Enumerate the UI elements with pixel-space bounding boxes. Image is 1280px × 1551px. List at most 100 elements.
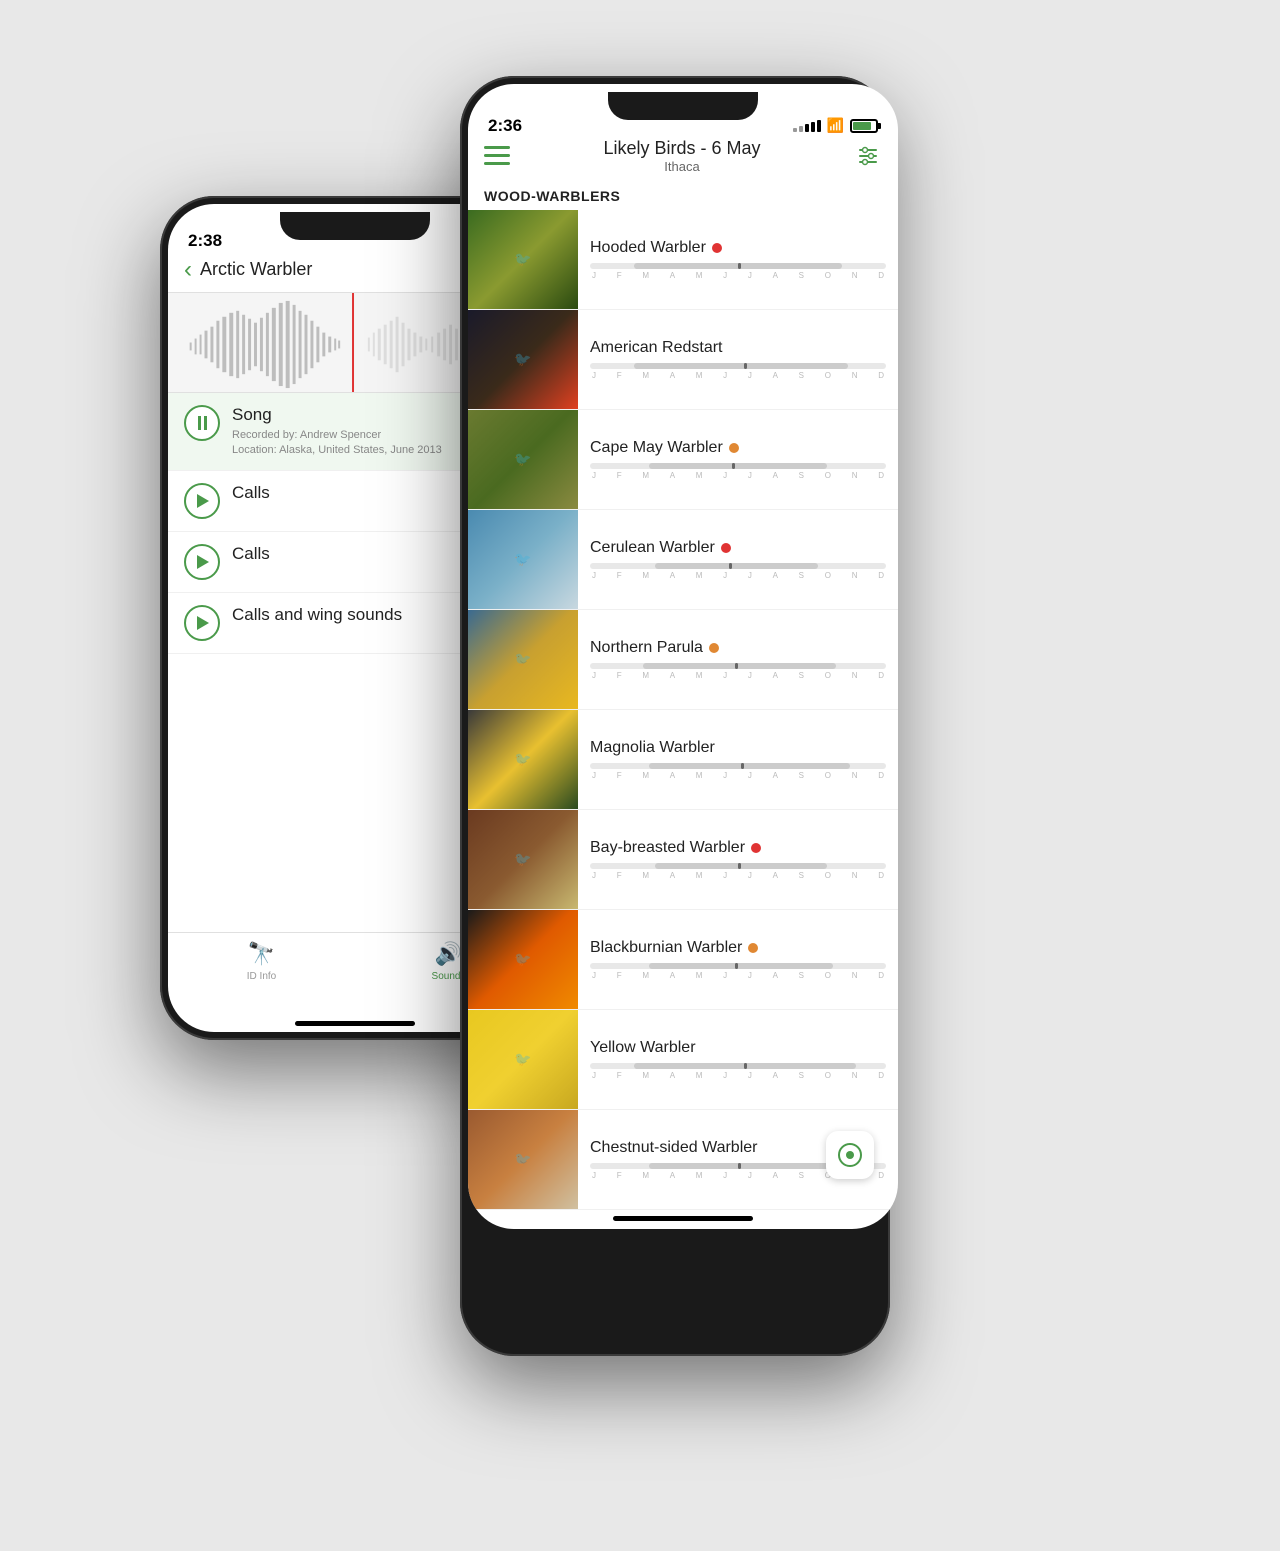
birds-list: 🐦 Hooded Warbler JFMAMJJASOND 🐦 [468, 210, 898, 1210]
bird-item[interactable]: 🐦 American Redstart JFMAMJJASOND [468, 310, 898, 410]
bar-track [590, 563, 886, 569]
status-icons: 📶 [793, 117, 878, 134]
bird-item[interactable]: 🐦 Cape May Warbler JFMAMJJASOND [468, 410, 898, 510]
bar-peak [735, 963, 738, 969]
bird-name: Hooded Warbler [590, 239, 706, 257]
bird-item[interactable]: 🐦 Yellow Warbler JFMAMJJASOND [468, 1010, 898, 1110]
bird-placeholder: 🐦 [514, 451, 531, 468]
tab-id-info[interactable]: 🔭 ID Info [168, 941, 355, 982]
month-labels: JFMAMJJASOND [590, 571, 886, 580]
bird-item[interactable]: 🐦 Magnolia Warbler JFMAMJJASOND [468, 710, 898, 810]
tab-id-info-label: ID Info [247, 971, 276, 982]
bar-track [590, 1063, 886, 1069]
bar-peak [741, 763, 744, 769]
bird-thumb-inner: 🐦 [468, 610, 578, 709]
front-screen-title: Likely Birds - 6 May [603, 138, 760, 159]
bird-info: Magnolia Warbler JFMAMJJASOND [578, 710, 898, 809]
hamburger-icon [484, 154, 510, 157]
bird-name-row: Cape May Warbler [590, 439, 886, 457]
bar-fill [649, 763, 850, 769]
hamburger-icon [484, 162, 510, 165]
month-labels: JFMAMJJASOND [590, 1071, 886, 1080]
month-labels: JFMAMJJASOND [590, 671, 886, 680]
bird-name-row: Bay-breasted Warbler [590, 839, 886, 857]
bird-name: Magnolia Warbler [590, 739, 715, 757]
bird-name: Blackburnian Warbler [590, 939, 742, 957]
back-notch [280, 212, 430, 240]
bird-info: Cerulean Warbler JFMAMJJASOND [578, 510, 898, 609]
play-icon-calls2 [197, 555, 209, 569]
bird-item[interactable]: 🐦 Hooded Warbler JFMAMJJASOND [468, 210, 898, 310]
bird-name: Chestnut-sided Warbler [590, 1139, 757, 1157]
status-dot-red [721, 543, 731, 553]
back-button[interactable]: ‹ [184, 256, 192, 284]
pause-icon [198, 416, 207, 430]
bird-thumb-inner: 🐦 [468, 710, 578, 809]
bird-placeholder: 🐦 [514, 651, 531, 668]
location-button[interactable] [826, 1131, 874, 1179]
bird-thumb-inner: 🐦 [468, 310, 578, 409]
binoculars-icon: 🔭 [248, 941, 275, 967]
bird-name: Bay-breasted Warbler [590, 839, 745, 857]
front-home-indicator [613, 1216, 753, 1221]
bar-fill [649, 1163, 850, 1169]
bird-thumbnail: 🐦 [468, 910, 578, 1009]
front-phone-screen: 2:36 📶 [468, 84, 898, 1229]
bird-name-row: Northern Parula [590, 639, 886, 657]
bird-item[interactable]: 🐦 Northern Parula JFMAMJJASOND [468, 610, 898, 710]
back-screen-title: Arctic Warbler [200, 259, 312, 280]
pause-button[interactable] [184, 405, 220, 441]
bird-thumbnail: 🐦 [468, 710, 578, 809]
bird-thumb-inner: 🐦 [468, 810, 578, 909]
bird-thumbnail: 🐦 [468, 610, 578, 709]
bar-peak [744, 363, 747, 369]
front-header: Likely Birds - 6 May Ithaca [468, 134, 898, 182]
bar-track [590, 963, 886, 969]
sound-icon: 🔊 [435, 941, 462, 967]
bird-thumbnail: 🐦 [468, 1010, 578, 1109]
play-icon-calls1 [197, 494, 209, 508]
front-screen-content: 2:36 📶 [468, 84, 898, 1229]
bird-placeholder: 🐦 [514, 1051, 531, 1068]
bar-peak [735, 663, 738, 669]
play-button-calls-wing[interactable] [184, 605, 220, 641]
front-notch [608, 92, 758, 120]
timeline-bar: JFMAMJJASOND [590, 363, 886, 380]
play-button-calls2[interactable] [184, 544, 220, 580]
bird-info: Northern Parula JFMAMJJASOND [578, 610, 898, 709]
bar-track [590, 363, 886, 369]
header-title-group: Likely Birds - 6 May Ithaca [603, 138, 760, 174]
bird-thumb-inner: 🐦 [468, 910, 578, 1009]
battery-icon [850, 119, 878, 133]
bird-name-row: Yellow Warbler [590, 1039, 886, 1057]
bar-fill [649, 463, 827, 469]
filter-button[interactable] [854, 142, 882, 170]
bird-name-row: Magnolia Warbler [590, 739, 886, 757]
bird-placeholder: 🐦 [514, 851, 531, 868]
bar-track [590, 863, 886, 869]
signal-icon [793, 120, 821, 132]
bar-peak [738, 263, 741, 269]
bird-item[interactable]: 🐦 Bay-breasted Warbler JFMAMJJASOND [468, 810, 898, 910]
bird-info: Bay-breasted Warbler JFMAMJJASOND [578, 810, 898, 909]
bar-fill [634, 363, 847, 369]
location-icon [838, 1143, 862, 1167]
bird-thumb-inner: 🐦 [468, 210, 578, 309]
month-labels: JFMAMJJASOND [590, 771, 886, 780]
location-dot [846, 1151, 854, 1159]
bird-item[interactable]: 🐦 Cerulean Warbler JFMAMJJASOND [468, 510, 898, 610]
bar-fill [655, 563, 818, 569]
bar-track [590, 663, 886, 669]
bird-name-row: Hooded Warbler [590, 239, 886, 257]
hamburger-button[interactable] [484, 146, 510, 165]
timeline-bar: JFMAMJJASOND [590, 663, 886, 680]
bird-thumbnail: 🐦 [468, 510, 578, 609]
bird-placeholder: 🐦 [514, 751, 531, 768]
timeline-bar: JFMAMJJASOND [590, 563, 886, 580]
play-button-calls1[interactable] [184, 483, 220, 519]
bird-item[interactable]: 🐦 Blackburnian Warbler JFMAMJJASOND [468, 910, 898, 1010]
bird-thumb-inner: 🐦 [468, 1010, 578, 1109]
hamburger-icon [484, 146, 510, 149]
bird-thumbnail: 🐦 [468, 310, 578, 409]
bird-thumbnail: 🐦 [468, 1110, 578, 1209]
